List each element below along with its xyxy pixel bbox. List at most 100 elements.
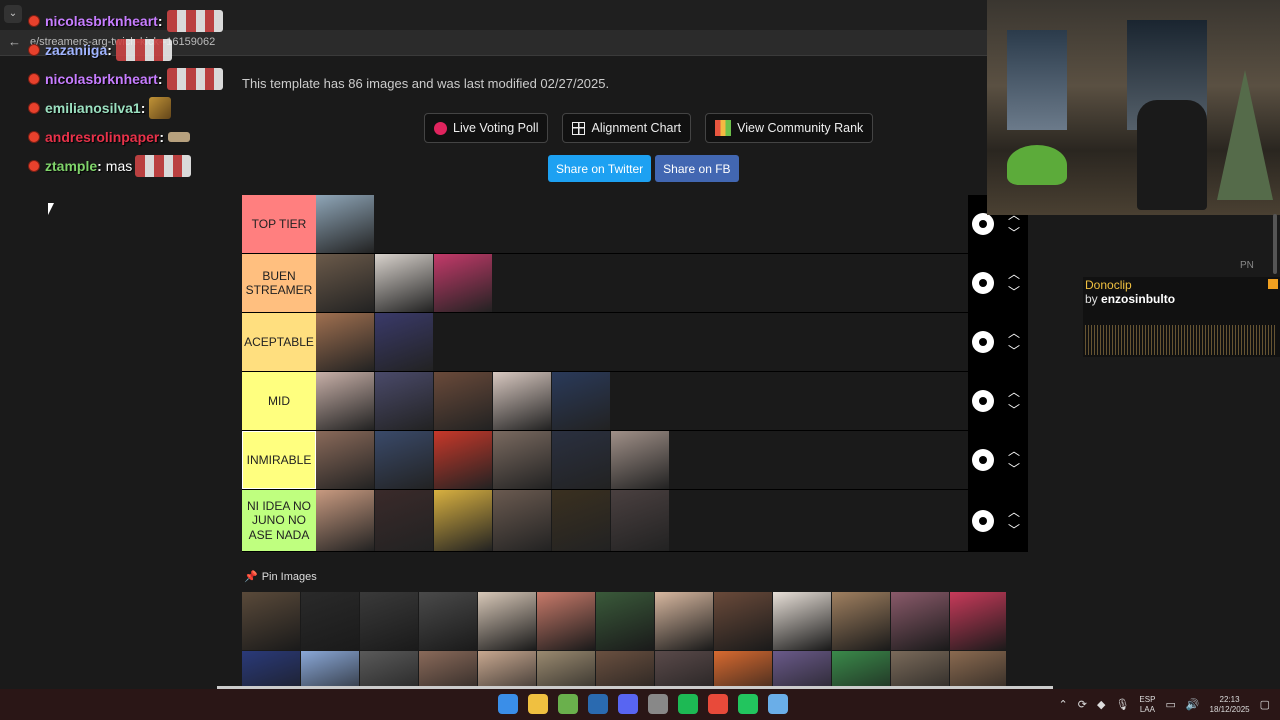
tier-image[interactable]: [493, 490, 551, 551]
chevron-down-icon[interactable]: ﹀: [1008, 404, 1020, 416]
pool-image[interactable]: [891, 651, 949, 688]
pool-image[interactable]: [655, 592, 713, 650]
chat-username[interactable]: emilianosilva1: [45, 100, 141, 116]
community-rank-button[interactable]: View Community Rank: [705, 113, 874, 143]
chevron-down-icon[interactable]: ⌄: [4, 5, 22, 23]
tier-items[interactable]: [316, 313, 968, 371]
chat-username[interactable]: nicolasbrknheart: [45, 13, 158, 29]
notification-icon[interactable]: ▢: [1260, 698, 1270, 711]
taskbar-app-icon[interactable]: [528, 694, 548, 714]
gear-icon[interactable]: [972, 272, 994, 294]
pool-image[interactable]: [478, 651, 536, 688]
tier-label[interactable]: NI IDEA NO JUNO NO ASE NADA: [242, 490, 316, 551]
gear-icon[interactable]: [972, 331, 994, 353]
share-twitter-button[interactable]: Share on Twitter: [548, 155, 652, 182]
chevron-up-icon[interactable]: ︿: [1008, 506, 1020, 518]
tier-label[interactable]: MID: [242, 372, 316, 430]
tier-image[interactable]: [611, 490, 669, 551]
pool-image[interactable]: [596, 592, 654, 650]
tier-image[interactable]: [493, 372, 551, 430]
chat-username[interactable]: nicolasbrknheart: [45, 71, 158, 87]
pool-image[interactable]: [773, 651, 831, 688]
taskbar-app-icon[interactable]: [768, 694, 788, 714]
tier-image[interactable]: [493, 431, 551, 489]
microphone-icon[interactable]: 🎙: [1115, 698, 1129, 711]
tier-items[interactable]: [316, 490, 968, 551]
chevron-up-icon[interactable]: ︿: [1008, 327, 1020, 339]
tier-label[interactable]: TOP TIER: [242, 195, 316, 253]
tier-image[interactable]: [552, 490, 610, 551]
pool-image[interactable]: [419, 592, 477, 650]
chevron-up-icon[interactable]: ︿: [1008, 386, 1020, 398]
chevron-down-icon[interactable]: ﹀: [1008, 345, 1020, 357]
pool-image[interactable]: [242, 592, 300, 650]
taskbar-app-icon[interactable]: [558, 694, 578, 714]
clock[interactable]: 22:13 18/12/2025: [1210, 695, 1250, 715]
tier-items[interactable]: [316, 431, 968, 489]
tier-image[interactable]: [434, 254, 492, 312]
vertical-scrollbar[interactable]: [1271, 214, 1279, 689]
tier-items[interactable]: [316, 372, 968, 430]
chat-username[interactable]: andresrolinpaper: [45, 129, 159, 145]
tier-items[interactable]: [316, 195, 968, 253]
network-icon[interactable]: ▭: [1165, 698, 1175, 711]
shield-icon[interactable]: ◆: [1097, 698, 1105, 711]
taskbar-app-icon[interactable]: [738, 694, 758, 714]
pin-images-toggle[interactable]: 📌 Pin Images: [244, 570, 317, 583]
pool-image[interactable]: [714, 651, 772, 688]
taskbar-app-icon[interactable]: [708, 694, 728, 714]
pool-image[interactable]: [832, 592, 890, 650]
pool-image[interactable]: [360, 651, 418, 688]
chat-username[interactable]: ztample: [45, 158, 97, 174]
tier-image[interactable]: [552, 372, 610, 430]
gear-icon[interactable]: [972, 449, 994, 471]
gear-icon[interactable]: [972, 213, 994, 235]
chevron-down-icon[interactable]: ﹀: [1008, 227, 1020, 239]
chevron-up-icon[interactable]: ︿: [1008, 268, 1020, 280]
pool-image[interactable]: [360, 592, 418, 650]
tier-image[interactable]: [375, 490, 433, 551]
tier-image[interactable]: [316, 372, 374, 430]
tier-image[interactable]: [611, 431, 669, 489]
tier-label[interactable]: ACEPTABLE: [242, 313, 316, 371]
taskbar-app-icon[interactable]: [618, 694, 638, 714]
pool-image[interactable]: [537, 651, 595, 688]
pool-image[interactable]: [655, 651, 713, 688]
chevron-down-icon[interactable]: ﹀: [1008, 286, 1020, 298]
tier-image[interactable]: [316, 431, 374, 489]
chat-username[interactable]: zazaniiga: [45, 42, 107, 58]
pool-image[interactable]: [478, 592, 536, 650]
speaker-icon[interactable]: 🔊: [1186, 698, 1200, 711]
pool-image[interactable]: [950, 592, 1006, 650]
pool-image[interactable]: [596, 651, 654, 688]
pool-image[interactable]: [773, 592, 831, 650]
live-voting-poll-button[interactable]: Live Voting Poll: [424, 113, 549, 143]
chevron-up-icon[interactable]: ︿: [1008, 445, 1020, 457]
sync-icon[interactable]: ⟳: [1078, 698, 1087, 711]
language-indicator[interactable]: ESP LAA: [1139, 695, 1155, 715]
pool-image[interactable]: [537, 592, 595, 650]
gear-icon[interactable]: [972, 509, 994, 532]
scroll-thumb[interactable]: [1273, 214, 1277, 274]
tier-image[interactable]: [375, 431, 433, 489]
pool-image[interactable]: [950, 651, 1006, 688]
pool-image[interactable]: [419, 651, 477, 688]
tier-image[interactable]: [552, 431, 610, 489]
taskbar-app-icon[interactable]: [648, 694, 668, 714]
tier-image[interactable]: [316, 195, 374, 253]
chevron-down-icon[interactable]: ﹀: [1008, 524, 1020, 536]
alignment-chart-button[interactable]: Alignment Chart: [562, 113, 692, 143]
tier-label[interactable]: BUEN STREAMER: [242, 254, 316, 312]
tier-image[interactable]: [316, 313, 374, 371]
taskbar-app-icon[interactable]: [498, 694, 518, 714]
tier-image[interactable]: [434, 431, 492, 489]
tier-image[interactable]: [316, 490, 374, 551]
taskbar-app-icon[interactable]: [588, 694, 608, 714]
pool-image[interactable]: [891, 592, 949, 650]
tier-image[interactable]: [316, 254, 374, 312]
chevron-up-icon[interactable]: ⌃: [1059, 698, 1068, 711]
pool-image[interactable]: [714, 592, 772, 650]
taskbar-app-icon[interactable]: [678, 694, 698, 714]
tier-image[interactable]: [375, 313, 433, 371]
tier-image[interactable]: [434, 372, 492, 430]
